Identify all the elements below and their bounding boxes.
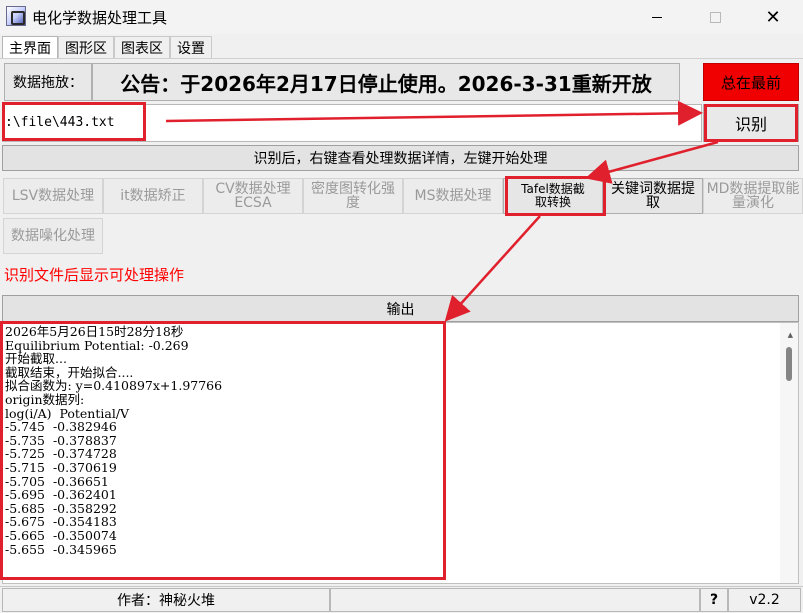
- tab-charts[interactable]: 图表区: [114, 36, 170, 58]
- it-correct-button[interactable]: it数据矫正: [103, 178, 203, 214]
- output-header: 输出: [2, 295, 799, 322]
- maximize-icon: [709, 11, 721, 23]
- always-on-top-button[interactable]: 总在最前: [703, 63, 799, 101]
- annotation-box-identify: [704, 104, 798, 142]
- tab-graphics[interactable]: 图形区: [58, 36, 114, 58]
- notice-banner: 公告：于2026年2月17日停止使用。2026-3-31重新开放: [92, 63, 680, 101]
- density-convert-button[interactable]: 密度图转化强度: [303, 178, 403, 214]
- author-label: 作者：神秘火堆: [2, 588, 330, 612]
- operations-hint: 识别文件后显示可处理操作: [4, 266, 185, 284]
- scroll-thumb[interactable]: [786, 347, 792, 381]
- keyword-extract-button[interactable]: 关键词数据提取: [603, 178, 703, 214]
- lsv-process-button[interactable]: LSV数据处理: [3, 178, 103, 214]
- annotation-box-path: [2, 102, 146, 141]
- tab-strip: 主界面 图形区 图表区 设置: [2, 36, 212, 58]
- scroll-up-icon[interactable]: ▲: [788, 331, 793, 339]
- version-label: v2.2: [728, 588, 801, 612]
- ms-process-button[interactable]: MS数据处理: [403, 178, 503, 214]
- cv-label-line2: ECSA: [234, 195, 272, 211]
- help-button[interactable]: ?: [700, 588, 728, 612]
- minimize-icon: [652, 16, 662, 18]
- minimize-button[interactable]: [628, 0, 686, 34]
- close-icon: ✕: [765, 6, 781, 28]
- tab-settings[interactable]: 设置: [170, 36, 212, 58]
- annotation-box-tafel: [505, 176, 606, 216]
- output-scrollbar[interactable]: ▲: [780, 323, 798, 583]
- md-extract-button[interactable]: MD数据提取能量演化: [703, 178, 803, 214]
- tab-main[interactable]: 主界面: [2, 36, 58, 58]
- annotation-box-output: [0, 321, 446, 580]
- status-empty: [330, 588, 700, 612]
- maximize-button[interactable]: [686, 0, 744, 34]
- noise-process-button[interactable]: 数据噪化处理: [3, 218, 103, 254]
- app-icon: [6, 6, 26, 26]
- usage-hint-bar: 识别后，右键查看处理数据详情，左键开始处理: [2, 145, 799, 171]
- cv-process-button[interactable]: CV数据处理 ECSA: [203, 178, 303, 214]
- drag-drop-label: 数据拖放：: [4, 63, 92, 101]
- close-button[interactable]: ✕: [744, 0, 802, 34]
- cv-label-line1: CV数据处理: [215, 181, 291, 197]
- window-title: 电化学数据处理工具: [32, 9, 168, 27]
